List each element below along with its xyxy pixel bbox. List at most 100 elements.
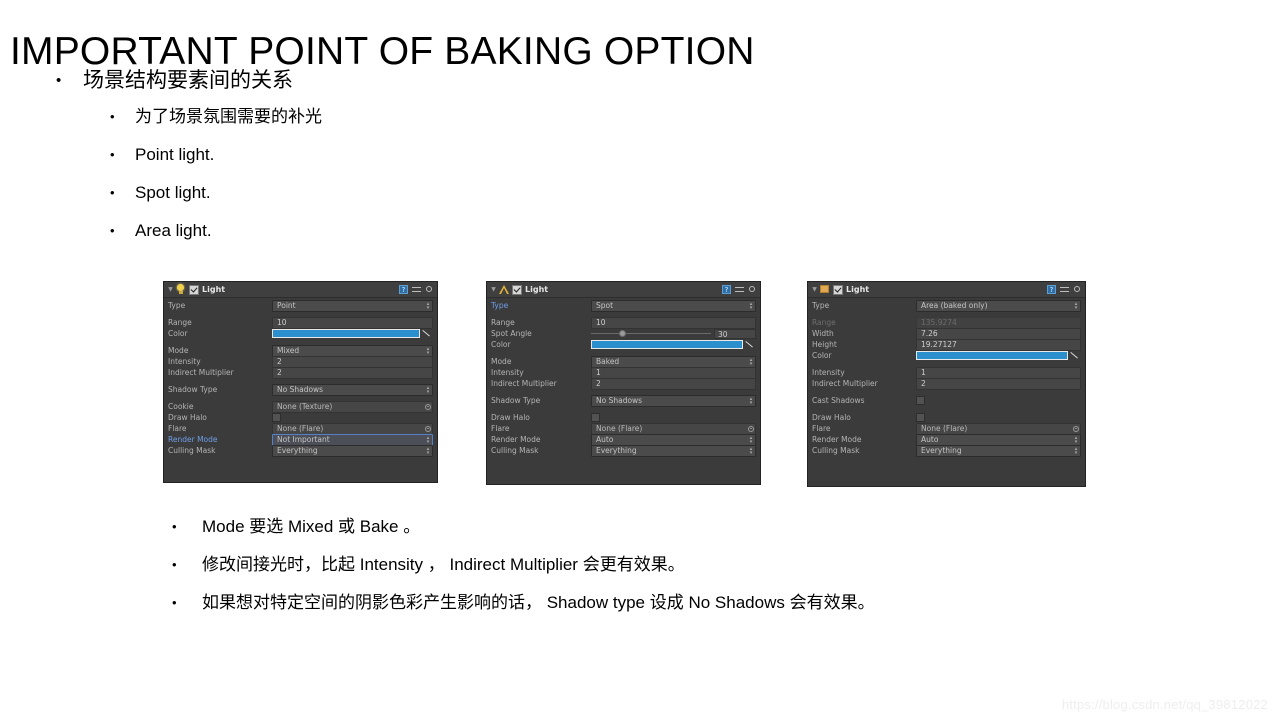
- number-input[interactable]: 2: [591, 377, 756, 390]
- point-light-bulb-icon: [175, 284, 186, 295]
- baking-tips-bullet-list: • Mode 要选 Mixed 或 Bake 。 • 修改间接光时，比起 Intens…: [172, 508, 875, 622]
- property-field: Spot ▴ ▾: [591, 299, 756, 312]
- dropdown-value: Mixed: [277, 345, 300, 355]
- dropdown-field[interactable]: Auto ▴ ▾: [916, 433, 1081, 446]
- inspector-body: Type Spot ▴ ▾ Range 10 Spot Angle 30 Color Mode Ba…: [487, 298, 760, 457]
- checkbox-field[interactable]: [916, 413, 925, 422]
- eyedropper-icon[interactable]: [745, 340, 756, 350]
- dropdown-value: Area (baked only): [921, 300, 988, 310]
- object-picker-icon[interactable]: [425, 403, 431, 410]
- dropdown-field[interactable]: Spot ▴ ▾: [591, 299, 756, 312]
- color-swatch[interactable]: [916, 351, 1068, 360]
- dropdown-field[interactable]: Auto ▴ ▾: [591, 433, 756, 446]
- number-input[interactable]: 2: [916, 377, 1081, 390]
- number-input[interactable]: 2: [272, 355, 433, 368]
- checkbox-field[interactable]: [591, 413, 600, 422]
- object-reference-field[interactable]: None (Flare): [272, 422, 433, 435]
- component-header[interactable]: ▼ Light: [808, 282, 1085, 298]
- property-field: None (Texture): [272, 400, 433, 413]
- dropdown-value: Auto: [921, 434, 939, 444]
- object-reference-field[interactable]: None (Flare): [591, 422, 756, 435]
- dropdown-value: Everything: [921, 445, 962, 455]
- bullet-icon: •: [110, 223, 115, 238]
- dropdown-field[interactable]: Area (baked only) ▴ ▾: [916, 299, 1081, 312]
- object-reference-field[interactable]: None (Texture): [272, 400, 433, 413]
- help-icon[interactable]: [722, 285, 731, 295]
- gear-icon[interactable]: [748, 285, 757, 294]
- dropdown-field[interactable]: Everything ▴ ▾: [272, 444, 433, 457]
- color-swatch[interactable]: [591, 340, 743, 349]
- preset-icon[interactable]: [412, 285, 421, 294]
- number-input[interactable]: 10: [591, 316, 756, 329]
- number-input[interactable]: 19.27127: [916, 338, 1081, 351]
- foldout-triangle-icon[interactable]: ▼: [489, 282, 498, 297]
- dropdown-field[interactable]: Mixed ▴ ▾: [272, 344, 433, 357]
- header-icon-group: [722, 285, 757, 295]
- gear-icon[interactable]: [425, 285, 434, 294]
- dropdown-field[interactable]: No Shadows ▴ ▾: [272, 383, 433, 396]
- property-field: Everything ▴ ▾: [916, 444, 1081, 457]
- bullet-icon: •: [110, 185, 115, 200]
- property-field: [916, 413, 1081, 423]
- dropdown-field[interactable]: Baked ▴ ▾: [591, 355, 756, 368]
- light-component-inspector: ▼ Light Type Area (baked only) ▴▾ Range 135.92…: [807, 281, 1086, 487]
- dropdown-field[interactable]: No Shadows ▴ ▾: [591, 394, 756, 407]
- help-icon[interactable]: [1047, 285, 1056, 295]
- property-row: Culling Mask Everything ▴ ▾: [491, 444, 756, 457]
- dropdown-field[interactable]: Not Important ▴ ▾: [272, 433, 433, 446]
- number-input[interactable]: 1: [591, 366, 756, 379]
- area-light-square-icon: [819, 284, 830, 295]
- checkbox-field[interactable]: [272, 413, 281, 422]
- component-enabled-checkbox[interactable]: [833, 284, 843, 295]
- list-item: • Mode 要选 Mixed 或 Bake 。: [172, 508, 875, 546]
- foldout-triangle-icon[interactable]: ▼: [166, 282, 175, 297]
- light-component-inspector: ▼ Light Type Point ▴▾ Range 10 Color Mode Mixed ▴▾…: [163, 281, 438, 483]
- preset-icon[interactable]: [1060, 285, 1069, 294]
- property-label: Type: [168, 301, 186, 310]
- property-row: Width 7.26: [812, 327, 1081, 340]
- property-label: Flare: [491, 424, 510, 433]
- component-enabled-checkbox[interactable]: [189, 284, 199, 295]
- object-picker-icon[interactable]: [1073, 425, 1079, 432]
- preset-icon[interactable]: [735, 285, 744, 294]
- property-field: 10: [272, 316, 433, 329]
- list-item: • 修改间接光时，比起 Intensity ， Indirect Multipli…: [172, 546, 875, 584]
- component-header[interactable]: ▼ Light: [487, 282, 760, 298]
- component-enabled-checkbox[interactable]: [512, 284, 522, 295]
- object-picker-icon[interactable]: [425, 425, 431, 432]
- dropdown-field[interactable]: Everything ▴ ▾: [591, 444, 756, 457]
- eyedropper-icon[interactable]: [422, 329, 433, 339]
- property-row: Render Mode Not Important ▴ ▾: [168, 433, 433, 446]
- list-item: • 如果想对特定空间的阴影色彩产生影响的话， Shadow type 设成 No …: [172, 584, 875, 622]
- property-label: Render Mode: [812, 435, 862, 444]
- property-row: Type Area (baked only) ▴ ▾: [812, 299, 1081, 312]
- dropdown-field[interactable]: Everything ▴ ▾: [916, 444, 1081, 457]
- number-input[interactable]: 10: [272, 316, 433, 329]
- foldout-triangle-icon[interactable]: ▼: [810, 282, 819, 297]
- bullet-icon: •: [172, 557, 177, 572]
- checkbox-field[interactable]: [916, 396, 925, 405]
- component-header[interactable]: ▼ Light: [164, 282, 437, 298]
- object-reference-field[interactable]: None (Flare): [916, 422, 1081, 435]
- property-field: None (Flare): [916, 422, 1081, 435]
- object-picker-icon[interactable]: [748, 425, 754, 432]
- slider-handle[interactable]: [618, 330, 626, 337]
- help-icon[interactable]: [399, 285, 408, 295]
- component-name-label: Light: [202, 285, 226, 294]
- property-row: Indirect Multiplier 2: [168, 366, 433, 379]
- property-row: Culling Mask Everything ▴ ▾: [812, 444, 1081, 457]
- property-field: No Shadows ▴ ▾: [591, 394, 756, 407]
- gear-icon[interactable]: [1073, 285, 1082, 294]
- property-row: Type Point ▴ ▾: [168, 299, 433, 312]
- number-input[interactable]: 2: [272, 366, 433, 379]
- color-swatch[interactable]: [272, 329, 420, 338]
- number-input[interactable]: 1: [916, 366, 1081, 379]
- number-input[interactable]: 7.26: [916, 327, 1081, 340]
- property-field: Everything ▴ ▾: [272, 444, 433, 457]
- list-item: • 场景结构要素间的关系: [56, 64, 322, 98]
- dropdown-field[interactable]: Point ▴ ▾: [272, 299, 433, 312]
- slider-track[interactable]: [591, 329, 711, 338]
- slider-value-input[interactable]: 30: [714, 328, 756, 339]
- eyedropper-icon[interactable]: [1070, 351, 1081, 361]
- bullet-icon: •: [110, 147, 115, 162]
